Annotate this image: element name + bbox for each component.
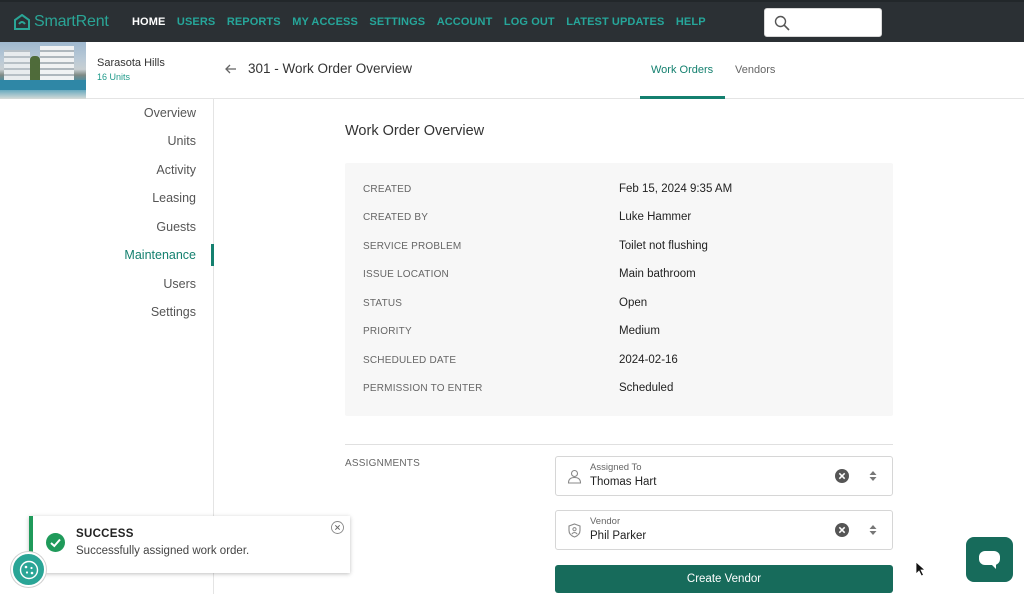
toast-title: SUCCESS [76,528,134,540]
sidebar-item-units[interactable]: Units [168,134,196,148]
create-vendor-button[interactable]: Create Vendor [555,565,893,593]
chat-bubble-icon [979,551,1000,569]
detail-label-status: STATUS [363,298,403,309]
search-icon [774,15,790,31]
property-info: Sarasota Hills 16 Units [86,42,165,98]
nav-item-home[interactable]: HOME [132,16,165,28]
detail-label-created-by: CREATED BY [363,212,429,223]
detail-label-issue-location: ISSUE LOCATION [363,269,449,280]
property-name: Sarasota Hills [97,57,165,69]
sort-updown-icon[interactable] [869,524,877,536]
shield-person-icon [568,523,581,538]
detail-value-created: Feb 15, 2024 9:35 AM [619,183,733,195]
sidebar-item-overview[interactable]: Overview [144,106,196,120]
logo[interactable]: SmartRent [14,13,132,31]
person-icon [567,469,582,484]
smartrent-logo-icon [14,14,30,30]
nav-item-log-out[interactable]: LOG OUT [504,16,555,28]
nav-item-account[interactable]: ACCOUNT [437,16,493,28]
assigned-to-value: Thomas Hart [590,476,657,488]
nav-item-users[interactable]: USERS [177,16,215,28]
logo-text: SmartRent [34,13,109,30]
vendor-label: Vendor [590,516,621,527]
sidebar-item-settings[interactable]: Settings [151,305,196,319]
mouse-cursor-icon [915,561,926,577]
detail-label-priority: PRIORITY [363,326,412,337]
cookie-settings-button[interactable] [11,552,46,587]
page-title: 301 - Work Order Overview [248,61,413,76]
sidebar-item-activity[interactable]: Activity [156,163,196,177]
assignments-label: ASSIGNMENTS [345,458,420,469]
property-units: 16 Units [97,72,131,82]
nav-item-latest-updates[interactable]: LATEST UPDATES [566,16,664,28]
nav-items: HOME USERS REPORTS MY ACCESS SETTINGS AC… [132,16,717,28]
search-input[interactable] [797,13,877,33]
nav-item-help[interactable]: HELP [676,16,706,28]
page-header: 301 - Work Order Overview Work Orders Ve… [214,42,1024,99]
sort-updown-icon[interactable] [869,470,877,482]
assigned-to-select[interactable]: Assigned To Thomas Hart [555,456,893,496]
detail-value-created-by: Luke Hammer [619,211,692,223]
check-circle-icon [46,533,65,552]
detail-value-status: Open [619,297,648,309]
sidebar-active-indicator [211,244,214,266]
vendor-value: Phil Parker [590,530,647,542]
detail-value-issue-location: Main bathroom [619,268,696,280]
top-nav: SmartRent HOME USERS REPORTS MY ACCESS S… [0,0,1024,42]
detail-label-service-problem: SERVICE PROBLEM [363,241,462,252]
toast-message: Successfully assigned work order. [76,545,250,557]
detail-value-priority: Medium [619,325,660,337]
detail-label-scheduled-date: SCHEDULED DATE [363,355,457,366]
detail-value-scheduled-date: 2024-02-16 [619,354,678,366]
tab-vendors[interactable]: Vendors [735,64,775,76]
section-title: Work Order Overview [345,123,485,139]
close-icon[interactable] [331,521,344,534]
search-box[interactable] [764,8,882,37]
back-arrow-icon[interactable] [225,63,237,75]
cookie-icon [19,560,39,580]
sidebar-item-leasing[interactable]: Leasing [152,191,196,205]
success-toast: SUCCESS Successfully assigned work order… [29,516,350,573]
clear-icon[interactable] [835,469,849,483]
app-window: SmartRent HOME USERS REPORTS MY ACCESS S… [0,0,1024,594]
clear-icon[interactable] [835,523,849,537]
section-divider [345,444,893,445]
sidebar-item-maintenance[interactable]: Maintenance [124,248,196,262]
sidebar-item-users[interactable]: Users [163,277,196,291]
nav-item-my-access[interactable]: MY ACCESS [292,16,358,28]
detail-value-permission-to-enter: Scheduled [619,382,674,394]
work-order-details: CREATED Feb 15, 2024 9:35 AM CREATED BY … [345,163,893,416]
property-photo [0,42,86,99]
vendor-select[interactable]: Vendor Phil Parker [555,510,893,550]
sidebar-item-guests[interactable]: Guests [156,220,196,234]
tab-work-orders[interactable]: Work Orders [651,64,713,76]
property-header[interactable]: Sarasota Hills 16 Units [0,42,214,99]
detail-label-permission-to-enter: PERMISSION TO ENTER [363,383,483,394]
tab-active-underline [640,96,725,99]
chat-button[interactable] [966,537,1013,582]
detail-label-created: CREATED [363,184,412,195]
assigned-to-label: Assigned To [590,462,642,473]
nav-item-settings[interactable]: SETTINGS [369,16,425,28]
detail-value-service-problem: Toilet not flushing [619,240,708,252]
nav-item-reports[interactable]: REPORTS [227,16,281,28]
